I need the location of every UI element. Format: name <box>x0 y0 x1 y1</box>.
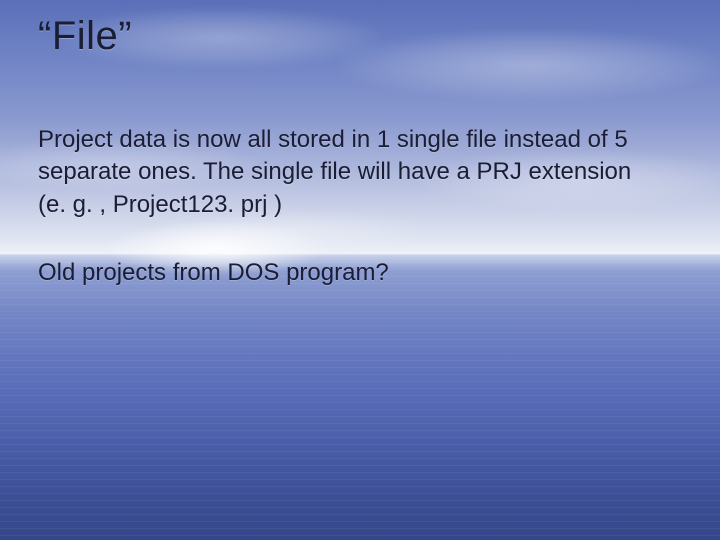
slide: “File” Project data is now all stored in… <box>0 0 720 540</box>
slide-body: Project data is now all stored in 1 sing… <box>38 124 638 326</box>
cloud-decoration <box>340 30 720 100</box>
body-paragraph: Project data is now all stored in 1 sing… <box>38 124 638 221</box>
body-paragraph: Old projects from DOS program? <box>38 257 638 289</box>
slide-title: “File” <box>38 14 132 59</box>
